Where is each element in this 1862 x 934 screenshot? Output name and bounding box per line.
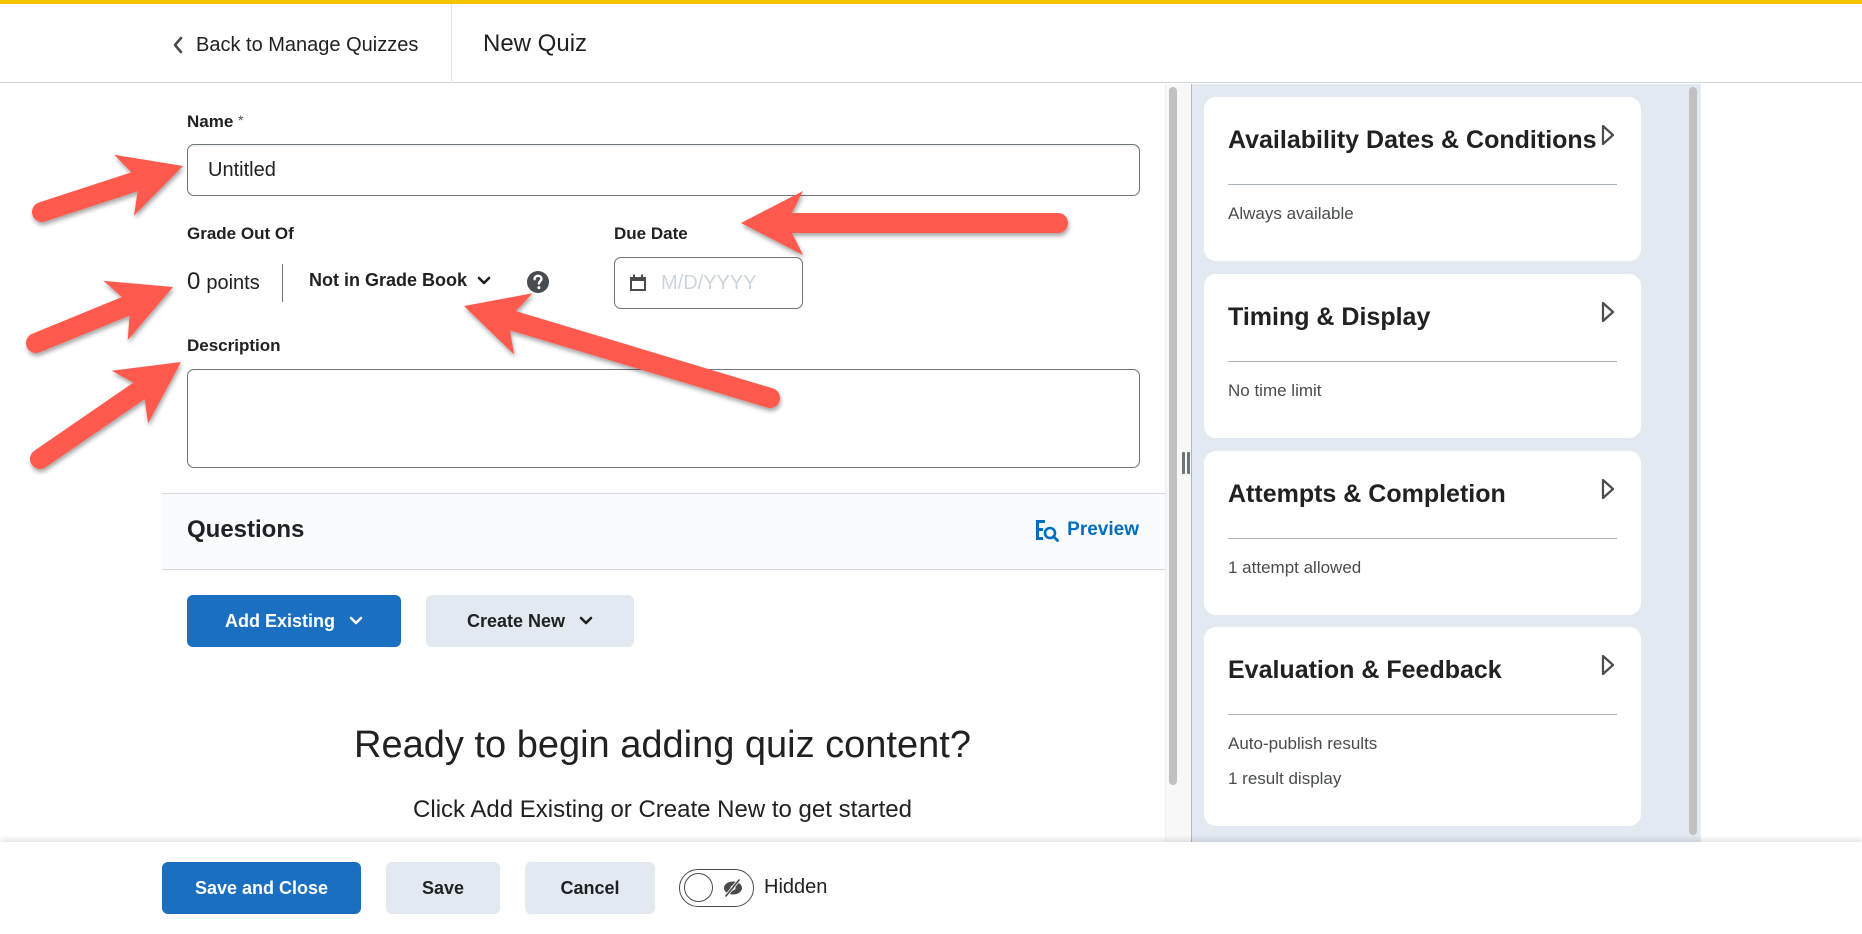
create-new-label: Create New <box>466 610 566 631</box>
name-label: Name * <box>187 112 244 132</box>
side-panel-scrollbar-thumb[interactable] <box>1689 87 1697 835</box>
page-margin <box>1700 84 1862 842</box>
save-and-close-button[interactable]: Save and Close <box>162 862 361 914</box>
calendar-icon <box>630 274 646 291</box>
eye-hidden-icon <box>724 878 742 898</box>
visibility-toggle[interactable] <box>679 869 754 907</box>
save-and-close-label: Save and Close <box>194 877 329 898</box>
main-scrollbar-thumb[interactable] <box>1169 87 1177 785</box>
cancel-label: Cancel <box>560 877 620 898</box>
quiz-editor-main: Name * Grade Out Of 0 points Not in Grad… <box>0 84 1191 842</box>
caret-right-icon <box>1601 654 1615 676</box>
chevron-down-icon <box>477 276 491 284</box>
page-title: New Quiz <box>483 30 588 57</box>
grade-points-value: 0 <box>187 268 201 295</box>
header-divider <box>451 4 452 83</box>
description-label: Description <box>187 336 281 355</box>
due-date-input[interactable]: M/D/YYYY <box>614 257 803 309</box>
card-summary: 1 result display <box>1228 769 1342 788</box>
attempts-completion-card[interactable]: Attempts & Completion 1 attempt allowed <box>1204 451 1641 615</box>
page-header: Back to Manage Quizzes New Quiz <box>0 4 1862 83</box>
save-button[interactable]: Save <box>386 862 500 914</box>
caret-right-icon <box>1601 124 1615 146</box>
visibility-label: Hidden <box>764 876 828 898</box>
preview-link[interactable]: Preview <box>1035 518 1139 542</box>
preview-label: Preview <box>1067 519 1139 540</box>
questions-header: Questions Preview <box>162 493 1165 570</box>
timing-display-card[interactable]: Timing & Display No time limit <box>1204 274 1641 438</box>
add-existing-label: Add Existing <box>224 610 335 631</box>
create-new-button[interactable]: Create New <box>426 595 634 647</box>
save-label: Save <box>421 877 465 898</box>
help-icon[interactable] <box>526 270 550 294</box>
gradebook-dropdown[interactable]: Not in Grade Book <box>309 270 491 291</box>
required-mark: * <box>238 112 244 128</box>
evaluation-feedback-card[interactable]: Evaluation & Feedback Auto-publish resul… <box>1204 627 1641 826</box>
card-summary: Always available <box>1228 204 1354 223</box>
card-title: Availability Dates & Conditions <box>1228 126 1597 154</box>
grade-out-of-label: Grade Out Of <box>187 224 294 243</box>
card-divider <box>1228 184 1617 185</box>
gradebook-dropdown-label: Not in Grade Book <box>309 270 468 290</box>
card-summary: 1 attempt allowed <box>1228 558 1362 577</box>
questions-title: Questions <box>187 516 305 543</box>
due-date-label: Due Date <box>614 224 688 243</box>
caret-right-icon <box>1601 301 1615 323</box>
empty-state-title: Ready to begin adding quiz content? <box>354 724 971 766</box>
toggle-knob <box>684 873 713 902</box>
grip-line <box>1182 452 1185 474</box>
grade-points[interactable]: 0 points <box>187 268 260 296</box>
back-link-label: Back to Manage Quizzes <box>196 33 419 56</box>
panel-resize-handle[interactable] <box>1181 452 1191 474</box>
availability-card[interactable]: Availability Dates & Conditions Always a… <box>1204 97 1641 261</box>
chevron-left-icon <box>173 36 183 54</box>
name-input[interactable] <box>187 144 1140 196</box>
caret-right-icon <box>1601 478 1615 500</box>
card-divider <box>1228 714 1617 715</box>
card-title: Evaluation & Feedback <box>1228 656 1502 684</box>
chevron-down-icon <box>349 616 363 625</box>
cancel-button[interactable]: Cancel <box>525 862 655 914</box>
preview-icon <box>1036 520 1060 542</box>
grade-divider <box>282 264 283 302</box>
add-existing-button[interactable]: Add Existing <box>187 595 401 647</box>
name-label-text: Name <box>187 112 234 131</box>
grade-points-unit: points <box>206 272 260 294</box>
description-textarea[interactable] <box>187 369 1140 468</box>
action-bar: Save and Close Save Cancel Hidden <box>0 842 1862 934</box>
card-title: Attempts & Completion <box>1228 480 1506 508</box>
grip-line <box>1187 452 1190 474</box>
card-divider <box>1228 361 1617 362</box>
card-title: Timing & Display <box>1228 303 1431 331</box>
card-summary: Auto-publish results <box>1228 734 1378 753</box>
due-date-placeholder: M/D/YYYY <box>661 271 757 294</box>
chevron-down-icon <box>579 616 593 625</box>
card-divider <box>1228 538 1617 539</box>
back-to-manage-quizzes-link[interactable]: Back to Manage Quizzes <box>172 32 418 58</box>
empty-state-subtitle: Click Add Existing or Create New to get … <box>413 796 912 823</box>
card-summary: No time limit <box>1228 381 1322 400</box>
